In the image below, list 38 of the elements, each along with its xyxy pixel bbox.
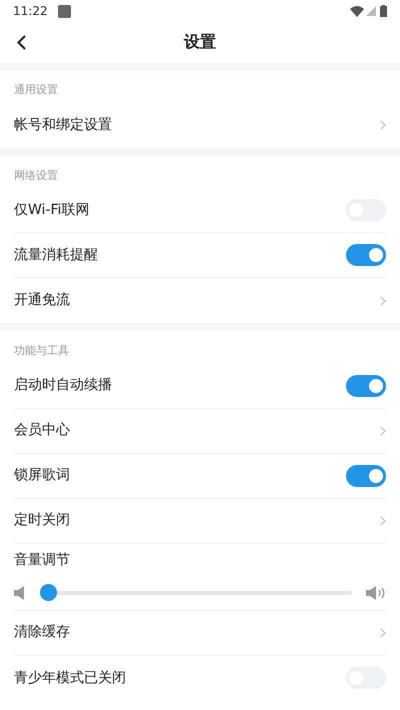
row-label: 会员中心 <box>14 421 70 440</box>
page-title: 设置 <box>184 31 216 53</box>
volume-down-icon <box>14 584 26 600</box>
wifi-icon <box>350 6 364 16</box>
chevron-right-icon <box>380 426 386 436</box>
settings-row[interactable]: 帐号和绑定设置 <box>14 102 386 148</box>
section-header: 功能与工具 <box>13 343 70 359</box>
settings-row[interactable]: 定时关闭 <box>14 498 386 544</box>
toggle-switch[interactable] <box>346 464 386 486</box>
signal-icon <box>366 6 376 16</box>
notification-icon <box>58 4 71 18</box>
row-label: 音量调节 <box>14 551 71 570</box>
settings-row[interactable]: 会员中心 <box>14 408 386 454</box>
chevron-right-icon <box>380 120 386 130</box>
volume-slider[interactable] <box>40 584 352 601</box>
status-time: 11:22 <box>13 3 48 20</box>
row-label: 仅Wi-Fi联网 <box>14 200 90 220</box>
battery-icon <box>380 5 387 17</box>
row-label: 定时关闭 <box>14 511 70 530</box>
slider-thumb[interactable] <box>40 584 57 601</box>
row-label: 锁屏歌词 <box>14 466 70 485</box>
row-label: 帐号和绑定设置 <box>14 116 112 134</box>
row-label: 开通免流 <box>14 291 70 310</box>
row-label: 清除缓存 <box>14 623 70 642</box>
chevron-right-icon <box>380 296 386 306</box>
toggle-switch[interactable] <box>346 374 386 396</box>
settings-row[interactable]: 开通免流 <box>14 278 386 323</box>
chevron-right-icon <box>380 628 386 638</box>
settings-row[interactable]: 清除缓存 <box>14 610 386 656</box>
volume-up-icon <box>366 584 386 600</box>
back-icon <box>16 34 26 50</box>
chevron-right-icon <box>380 516 386 526</box>
row-label: 青少年模式已关闭 <box>14 668 126 688</box>
toggle-switch[interactable] <box>346 244 386 266</box>
section-header: 网络设置 <box>13 168 59 184</box>
row-label: 流量消耗提醒 <box>14 246 98 264</box>
row-label: 启动时自动续播 <box>14 376 112 395</box>
section-header: 通用设置 <box>13 82 59 98</box>
